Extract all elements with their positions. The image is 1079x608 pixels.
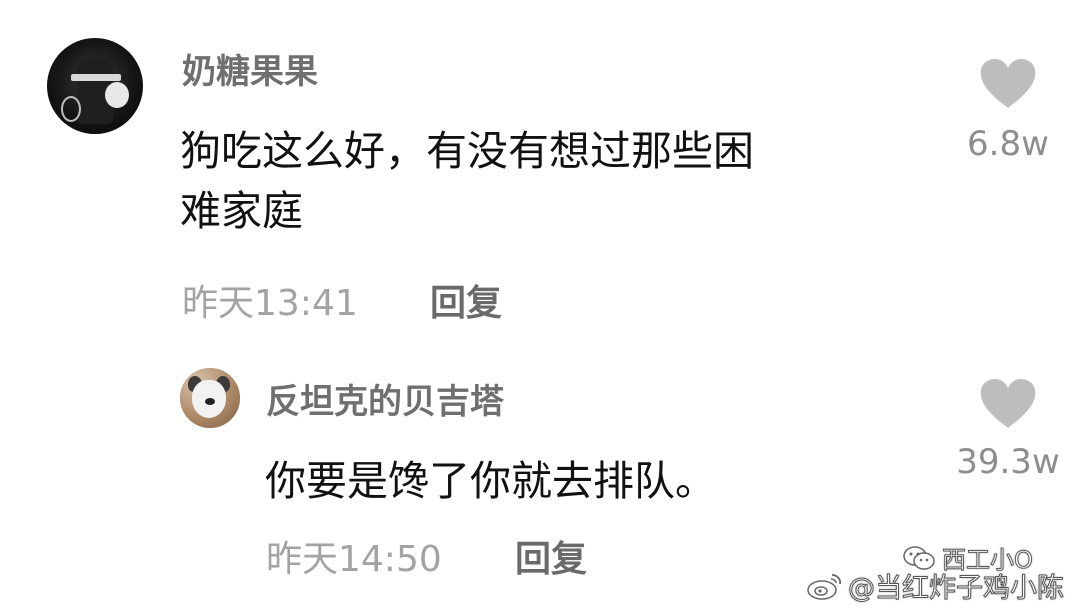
reply-avatar[interactable] xyxy=(180,368,240,428)
heart-icon xyxy=(980,379,1036,428)
comment-timestamp: 昨天13:41 xyxy=(182,283,358,324)
avatar-chain xyxy=(61,96,81,122)
weibo-watermark: @当红炸子鸡小陈 xyxy=(806,566,1065,605)
reply-like-count: 39.3w xyxy=(956,442,1060,482)
comment-username[interactable]: 奶糖果果 xyxy=(182,52,318,92)
weibo-icon xyxy=(807,573,842,600)
avatar[interactable] xyxy=(47,38,143,134)
reply-username[interactable]: 反坦克的贝吉塔 xyxy=(266,382,504,422)
comment-thread: 奶糖果果 狗吃这么好，有没有想过那些困 难家庭 昨天13:41 回复 6.8w … xyxy=(0,0,1079,608)
comment-content-line2: 难家庭 xyxy=(180,187,303,235)
weibo-watermark-text: @当红炸子鸡小陈 xyxy=(848,573,1065,605)
comment-reply-button[interactable]: 回复 xyxy=(430,282,502,326)
reply-reply-button[interactable]: 回复 xyxy=(515,538,587,582)
heart-icon xyxy=(980,59,1036,108)
reply-avatar-nose xyxy=(205,398,215,405)
avatar-toy xyxy=(105,82,129,108)
comment-like-count: 6.8w xyxy=(967,124,1049,164)
comment-like-button[interactable]: 6.8w xyxy=(948,58,1068,164)
reply-timestamp: 昨天14:50 xyxy=(266,539,442,580)
comment-content-line1: 狗吃这么好，有没有想过那些困 xyxy=(180,127,754,175)
avatar-belt xyxy=(71,74,121,81)
reply-like-button[interactable]: 39.3w xyxy=(948,378,1068,482)
reply-content: 你要是馋了你就去排队。 xyxy=(265,457,716,505)
